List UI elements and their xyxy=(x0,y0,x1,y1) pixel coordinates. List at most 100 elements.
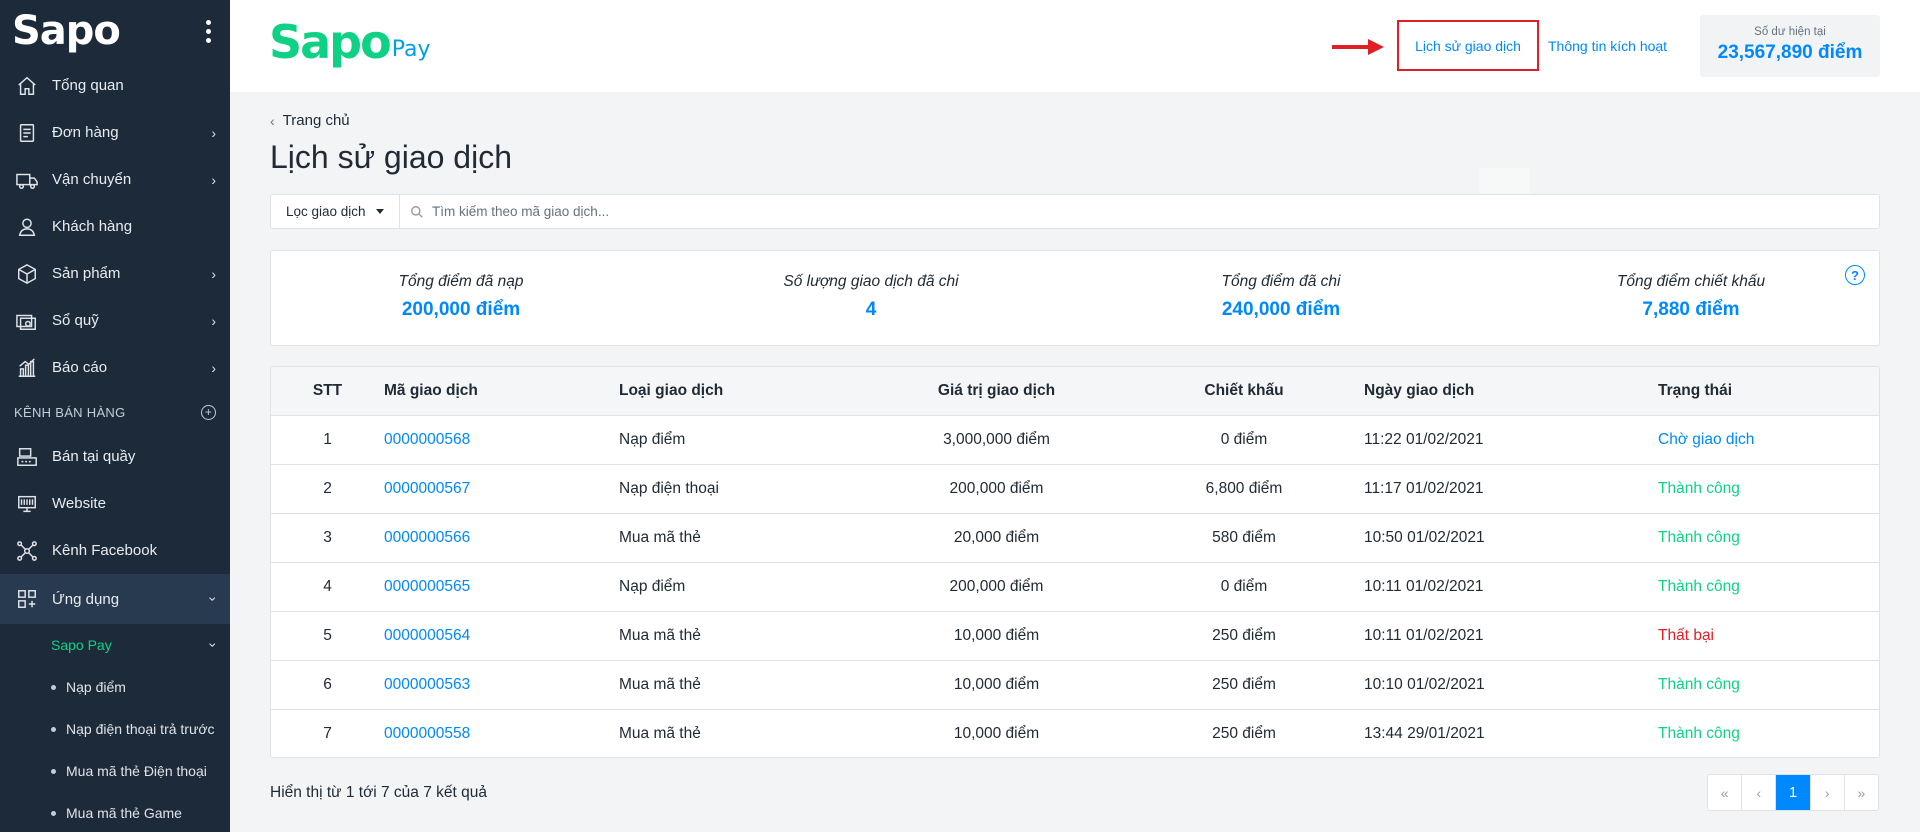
cell-date: 10:10 01/02/2021 xyxy=(1364,660,1658,710)
cell-index: 6 xyxy=(271,660,384,710)
sapo-logo[interactable]: Sapo xyxy=(12,8,121,54)
pagination: « ‹ 1 › » xyxy=(1707,774,1879,811)
stats-panel: Tổng điểm đã nạp 200,000 điểm Số lượng g… xyxy=(270,250,1880,346)
sidebar-item-label: Nạp điện thoại trả trước xyxy=(66,721,215,737)
cell-discount: 6,800 điểm xyxy=(1124,464,1364,514)
filter-label: Lọc giao dịch xyxy=(286,204,366,219)
transaction-code-link[interactable]: 0000000558 xyxy=(384,709,619,757)
status-text: Thành công xyxy=(1658,464,1879,514)
transaction-code-link[interactable]: 0000000565 xyxy=(384,562,619,612)
user-icon xyxy=(14,214,40,240)
breadcrumb-home[interactable]: Trang chủ xyxy=(283,112,350,129)
sidebar-item-sapo-pay[interactable]: Sapo Pay › xyxy=(0,624,230,666)
bullet-icon xyxy=(51,810,56,816)
nav-activation-info[interactable]: Thông tin kích hoạt xyxy=(1548,38,1667,54)
page-next-button[interactable]: › xyxy=(1811,775,1845,810)
column-header: Mã giao dịch xyxy=(384,367,619,416)
cell-index: 7 xyxy=(323,724,332,742)
balance-value: 23,567,890 điểm xyxy=(1717,42,1863,63)
table-row[interactable]: 3 0000000566 Mua mã thẻ 20,000 điểm 580 … xyxy=(271,513,1879,563)
sidebar-subitem-topup[interactable]: Nạp điểm xyxy=(0,666,230,708)
transaction-code-link[interactable]: 0000000567 xyxy=(384,464,619,514)
status-text: Thành công xyxy=(1658,660,1879,710)
chevron-right-icon: › xyxy=(211,312,216,329)
facebook-channel-icon xyxy=(14,538,40,564)
transaction-code-link[interactable]: 0000000564 xyxy=(384,611,619,661)
sidebar-item-facebook[interactable]: Kênh Facebook xyxy=(0,527,230,574)
stat-total-topup: Tổng điểm đã nạp 200,000 điểm xyxy=(271,273,651,321)
sidebar-item-shipping[interactable]: Vận chuyển › xyxy=(0,156,230,203)
cell-date: 13:44 29/01/2021 xyxy=(1364,724,1485,742)
page-first-button[interactable]: « xyxy=(1708,775,1743,810)
sidebar-item-pos[interactable]: Bán tại quầy xyxy=(0,433,230,480)
stat-value: 4 xyxy=(865,299,877,320)
filter-bar: Lọc giao dịch xyxy=(270,194,1880,229)
page-prev-button[interactable]: ‹ xyxy=(1742,775,1777,810)
cell-type: Mua mã thẻ xyxy=(619,611,869,661)
breadcrumb[interactable]: ‹ Trang chủ xyxy=(270,112,350,129)
nav-transaction-history[interactable]: Lịch sử giao dịch xyxy=(1397,20,1539,71)
sidebar-subitem-prepaid-phone[interactable]: Nạp điện thoại trả trước xyxy=(0,708,230,750)
filter-dropdown-button[interactable]: Lọc giao dịch xyxy=(271,195,400,228)
column-header: Trạng thái xyxy=(1658,367,1879,416)
sidebar-item-orders[interactable]: Đơn hàng › xyxy=(0,109,230,156)
sidebar-header: Sapo xyxy=(0,0,230,62)
sidebar-subitem-game-card[interactable]: Mua mã thẻ Game xyxy=(0,792,230,832)
cell-date: 11:17 01/02/2021 xyxy=(1364,464,1658,514)
page-last-button[interactable]: » xyxy=(1845,775,1878,810)
table-row[interactable]: 6 0000000563 Mua mã thẻ 10,000 điểm 250 … xyxy=(271,660,1879,710)
transaction-code-link[interactable]: 0000000566 xyxy=(384,513,619,563)
sidebar-item-website[interactable]: Website xyxy=(0,480,230,527)
sidebar-item-label: Sản phẩm xyxy=(52,265,121,282)
table-row[interactable]: 7 0000000558 Mua mã thẻ 10,000 điểm 250 … xyxy=(271,709,1879,757)
table-row[interactable]: 2 0000000567 Nạp điện thoại 200,000 điểm… xyxy=(271,464,1879,514)
sidebar-item-label: Website xyxy=(52,495,106,512)
stat-label: Tổng điểm đã chi xyxy=(1221,273,1341,290)
sidebar-item-label: Tổng quan xyxy=(52,77,124,94)
sidebar-subitem-phone-card[interactable]: Mua mã thẻ Điện thoại xyxy=(0,750,230,792)
page-current-button[interactable]: 1 xyxy=(1776,775,1811,810)
chevron-right-icon: › xyxy=(211,171,216,188)
transaction-code-link[interactable]: 0000000568 xyxy=(384,415,619,465)
stat-value: 240,000 điểm xyxy=(1221,299,1341,320)
cell-date: 10:11 01/02/2021 xyxy=(1364,562,1658,612)
balance-label: Số dư hiện tại xyxy=(1754,26,1826,38)
sidebar-item-label: Kênh Facebook xyxy=(52,542,158,559)
sapo-pay-logo[interactable]: Sapo Pay xyxy=(269,18,430,66)
search-input[interactable] xyxy=(432,204,1032,219)
chevron-right-icon: › xyxy=(211,265,216,282)
sidebar-item-products[interactable]: Sản phẩm › xyxy=(0,250,230,297)
sidebar-item-cashbook[interactable]: Sổ quỹ › xyxy=(0,297,230,344)
table-row[interactable]: 1 0000000568 Nạp điểm 3,000,000 điểm 0 đ… xyxy=(271,415,1879,465)
more-menu-icon[interactable] xyxy=(198,19,218,43)
sidebar-item-apps[interactable]: Ứng dụng › xyxy=(0,574,230,624)
cell-type: Mua mã thẻ xyxy=(619,513,869,563)
cashbook-icon xyxy=(14,308,40,334)
apps-icon xyxy=(14,586,40,612)
cell-discount: 0 điểm xyxy=(1124,415,1364,465)
chevron-right-icon: › xyxy=(211,124,216,141)
sidebar-item-reports[interactable]: Báo cáo › xyxy=(0,344,230,391)
result-count-text: Hiển thị từ 1 tới 7 của 7 kết quả xyxy=(270,784,487,801)
status-text: Thành công xyxy=(1658,562,1879,612)
cell-type: Nạp điểm xyxy=(619,415,869,465)
sidebar-item-label: Nạp điểm xyxy=(66,679,126,695)
cell-date: 10:50 01/02/2021 xyxy=(1364,513,1658,563)
bullet-icon xyxy=(51,768,56,774)
transaction-code-link[interactable]: 0000000563 xyxy=(384,660,619,710)
cell-value: 200,000 điểm xyxy=(869,562,1124,612)
sidebar-item-customers[interactable]: Khách hàng xyxy=(0,203,230,250)
sidebar-item-label: Ứng dụng xyxy=(52,590,120,608)
add-channel-icon[interactable]: + xyxy=(201,404,216,420)
column-header: Giá trị giao dịch xyxy=(869,367,1124,416)
sidebar-item-overview[interactable]: Tổng quan xyxy=(0,62,230,109)
cell-type: Mua mã thẻ xyxy=(619,724,701,742)
column-header: Ngày giao dịch xyxy=(1364,367,1658,416)
brand-sub: Pay xyxy=(391,37,431,62)
table-row[interactable]: 5 0000000564 Mua mã thẻ 10,000 điểm 250 … xyxy=(271,611,1879,661)
cell-index: 5 xyxy=(271,611,384,661)
stat-label: Tổng điểm đã nạp xyxy=(398,273,524,290)
help-icon[interactable]: ? xyxy=(1845,265,1865,285)
table-row[interactable]: 4 0000000565 Nạp điểm 200,000 điểm 0 điể… xyxy=(271,562,1879,612)
cell-index: 2 xyxy=(271,464,384,514)
